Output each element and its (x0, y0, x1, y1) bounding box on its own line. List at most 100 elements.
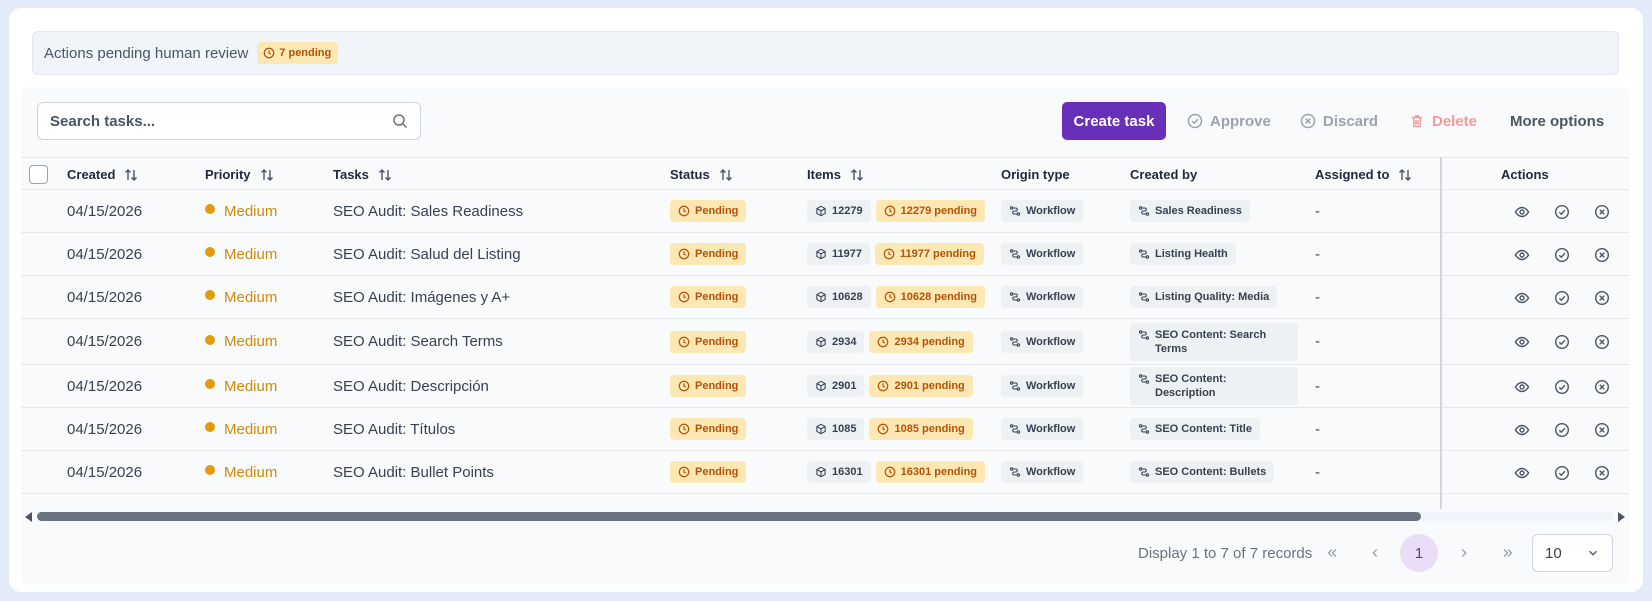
origin-badge: Workflow (1001, 330, 1084, 353)
column-label: Assigned to (1315, 167, 1390, 182)
scroll-left-arrow-icon[interactable] (25, 512, 32, 522)
clock-icon (678, 423, 690, 435)
table-row[interactable]: 04/15/2026 Medium SEO Audit: Salud del L… (21, 233, 1629, 276)
priority-label: Medium (224, 420, 278, 438)
task-name[interactable]: SEO Audit: Títulos (333, 408, 455, 450)
box-icon (816, 336, 826, 347)
workflow-icon (1138, 206, 1150, 216)
workflow-icon (1009, 336, 1021, 347)
sort-icon[interactable] (259, 167, 275, 183)
column-header-items[interactable]: Items (807, 158, 865, 191)
chevron-left-icon (1372, 549, 1378, 557)
workflow-icon (1009, 206, 1021, 216)
box-icon (816, 248, 826, 260)
priority-cell: Medium (205, 365, 277, 407)
table-row[interactable]: 04/15/2026 Medium SEO Audit: Sales Readi… (21, 190, 1629, 233)
search-icon[interactable] (392, 113, 408, 129)
column-label: Items (807, 167, 841, 182)
select-all-checkbox[interactable] (29, 165, 48, 184)
more-options-button[interactable]: More options (1510, 102, 1604, 140)
assigned-to-cell: - (1315, 333, 1320, 350)
table-row[interactable]: 04/15/2026 Medium SEO Audit: Bullet Poin… (21, 451, 1629, 494)
sort-icon[interactable] (377, 167, 393, 183)
workflow-icon (1009, 249, 1021, 259)
table-row[interactable]: 04/15/2026 Medium SEO Audit: Search Term… (21, 319, 1629, 365)
task-name[interactable]: SEO Audit: Salud del Listing (333, 233, 521, 275)
pending-review-banner: Actions pending human review 7 pending (32, 31, 1619, 75)
created-date: 04/15/2026 (67, 333, 143, 350)
next-page-button[interactable] (1445, 534, 1483, 572)
task-name[interactable]: SEO Audit: Descripción (333, 365, 489, 407)
items-pending-badge: 2901 pending (869, 375, 973, 397)
status-badge: Pending (670, 286, 747, 308)
chevrons-right-icon (1503, 549, 1513, 557)
workflow-icon (1138, 329, 1150, 340)
status-badge: Pending (670, 330, 747, 353)
task-name[interactable]: SEO Audit: Search Terms (333, 319, 503, 364)
column-header-assigned-to[interactable]: Assigned to (1315, 158, 1413, 191)
scroll-right-arrow-icon[interactable] (1618, 512, 1625, 522)
table-row[interactable]: 04/15/2026 Medium SEO Audit: Imágenes y … (21, 276, 1629, 319)
origin-badge: Workflow (1001, 286, 1084, 308)
status-cell: Pending (670, 365, 747, 407)
origin-cell: Workflow (1001, 276, 1084, 318)
origin-badge: Workflow (1001, 243, 1084, 265)
priority-label: Medium (224, 377, 278, 395)
status-cell: Pending (670, 319, 747, 364)
horizontal-scrollbar[interactable] (21, 509, 1629, 526)
origin-badge: Workflow (1001, 418, 1084, 440)
page-number-button[interactable]: 1 (1400, 534, 1438, 572)
clock-icon (884, 291, 895, 303)
sort-icon[interactable] (718, 167, 734, 183)
table-row[interactable]: 04/15/2026 Medium SEO Audit: Títulos Pen… (21, 408, 1629, 451)
priority-label: Medium (224, 463, 278, 481)
approve-button[interactable]: Approve (1187, 102, 1271, 140)
page-size-select[interactable]: 10 (1532, 534, 1613, 572)
sort-icon[interactable] (1397, 167, 1413, 183)
origin-cell: Workflow (1001, 319, 1084, 364)
clock-icon (884, 205, 895, 217)
search-input[interactable] (50, 112, 392, 130)
discard-button[interactable]: Discard (1300, 102, 1378, 140)
task-name[interactable]: SEO Audit: Sales Readiness (333, 190, 523, 232)
tasks-table: Created Priority Tasks Status Items Orig… (21, 157, 1629, 509)
scrollbar-thumb[interactable] (37, 512, 1421, 521)
clock-icon (878, 423, 889, 435)
column-header-status[interactable]: Status (670, 158, 734, 191)
approve-label: Approve (1210, 112, 1271, 130)
created-by-cell: Listing Quality: Media (1130, 276, 1278, 318)
last-page-button[interactable] (1489, 534, 1527, 572)
search-box[interactable] (37, 102, 421, 140)
first-page-button[interactable] (1313, 534, 1351, 572)
sort-icon[interactable] (849, 167, 865, 183)
clock-icon (678, 466, 690, 478)
column-label: Tasks (333, 167, 369, 182)
actions-column-divider (1440, 157, 1629, 509)
delete-button[interactable]: Delete (1409, 102, 1477, 140)
status-badge: Pending (670, 243, 747, 265)
create-task-button[interactable]: Create task (1062, 102, 1166, 140)
priority-dot-icon (205, 247, 215, 257)
column-label: Status (670, 167, 710, 182)
column-header-created[interactable]: Created (67, 158, 139, 191)
priority-label: Medium (224, 288, 278, 306)
items-count-badge: 12279 (807, 200, 871, 222)
created-by-cell: SEO Content: Description (1130, 365, 1298, 407)
sort-icon[interactable] (123, 167, 139, 183)
origin-cell: Workflow (1001, 451, 1084, 493)
trash-icon (1412, 115, 1422, 128)
items-cell: 2901 2901 pending (807, 365, 973, 407)
priority-cell: Medium (205, 408, 277, 450)
task-name[interactable]: SEO Audit: Bullet Points (333, 451, 494, 493)
column-header-priority[interactable]: Priority (205, 158, 275, 191)
assigned-to-cell: - (1315, 463, 1320, 481)
previous-page-button[interactable] (1356, 534, 1394, 572)
task-name[interactable]: SEO Audit: Imágenes y A+ (333, 276, 510, 318)
items-count-badge: 1085 (807, 418, 865, 440)
priority-dot-icon (205, 204, 215, 214)
clock-icon (678, 380, 690, 392)
table-row[interactable]: 04/15/2026 Medium SEO Audit: Descripción… (21, 365, 1629, 408)
clock-icon (263, 47, 275, 59)
column-header-tasks[interactable]: Tasks (333, 158, 393, 191)
status-cell: Pending (670, 233, 747, 275)
